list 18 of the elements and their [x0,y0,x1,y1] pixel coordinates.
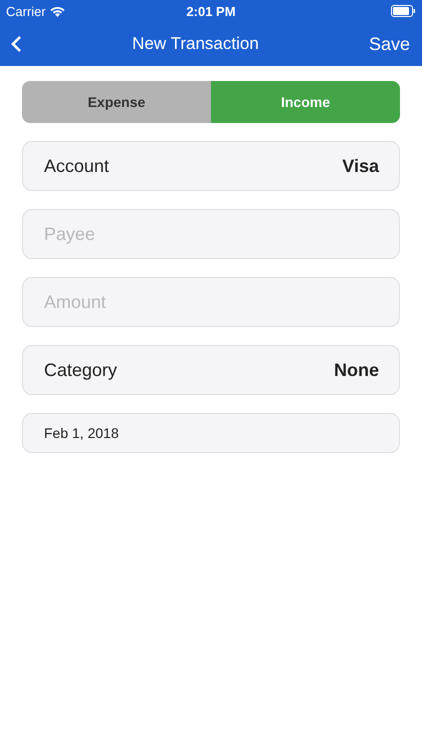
battery-icon [390,5,416,17]
segment-tab[interactable]: Expense [22,81,211,123]
save-button[interactable]: Save [368,34,410,54]
field-value: Visa [342,156,379,176]
date-row[interactable]: Feb 1, 2018 [22,413,400,453]
input-field[interactable]: Payee [22,209,400,259]
field-value: None [334,360,379,380]
picker-row[interactable]: Category None [22,345,400,395]
carrier-label: Carrier [6,4,46,18]
status-time: 2:01 PM [186,4,236,18]
back-button[interactable] [10,35,22,53]
wifi-icon [50,6,65,16]
picker-row[interactable]: Account Visa [22,141,400,191]
date-value: Feb 1, 2018 [44,425,119,441]
field-label: Category [44,360,118,380]
screen-title: New Transaction [132,34,259,54]
input-field[interactable]: Amount [22,277,400,327]
field-label: Account [44,156,110,176]
